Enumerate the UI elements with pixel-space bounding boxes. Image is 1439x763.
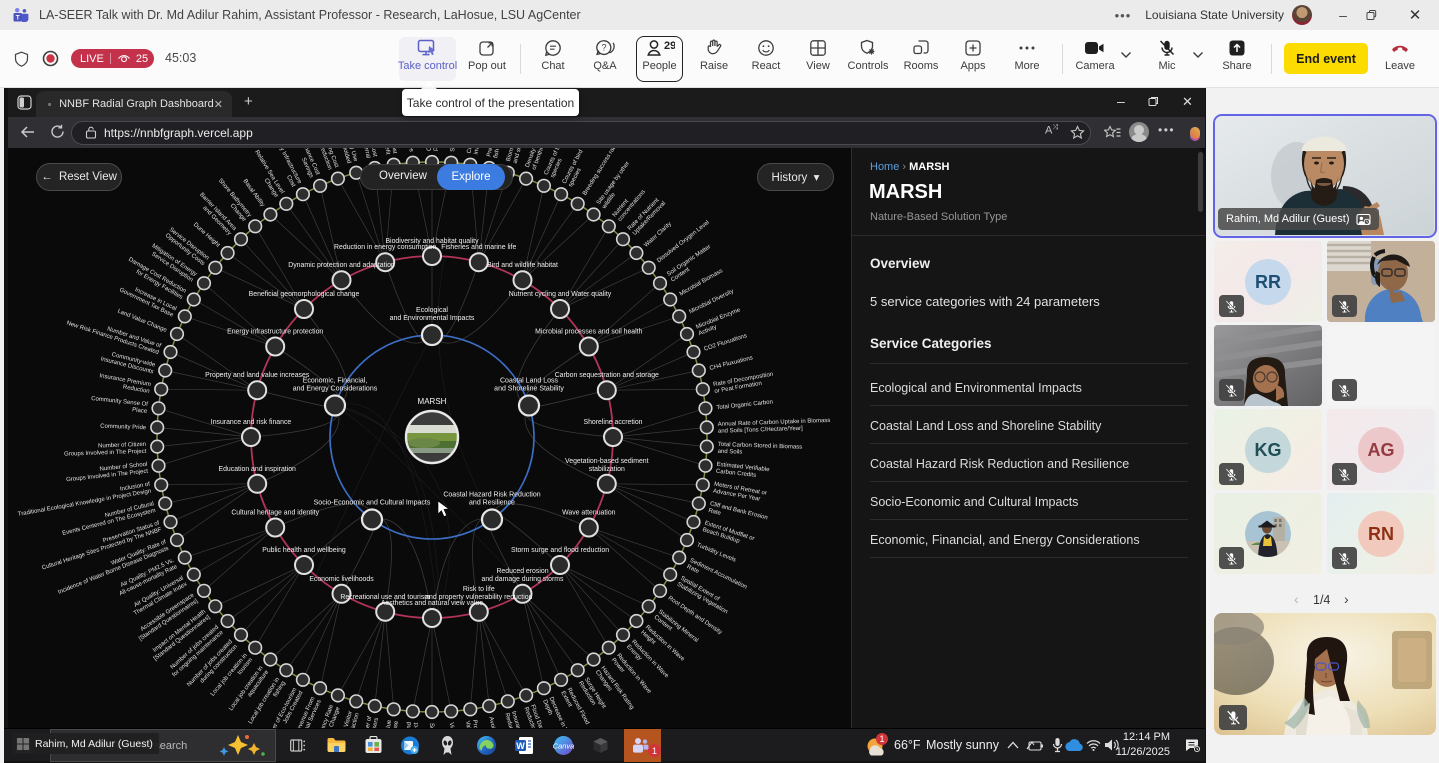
svg-text:Coastal Land Loss: Coastal Land Loss — [500, 378, 558, 385]
svg-text:Carbon sequestration and stora: Carbon sequestration and storage — [555, 372, 659, 379]
svg-text:Coastal Hazard Risk Reduction: Coastal Hazard Risk Reduction — [443, 492, 540, 499]
svg-text:Aesthetics and natural view va: Aesthetics and natural view value — [381, 600, 483, 607]
svg-text:Avoided Losses: Avoided Losses — [487, 716, 502, 728]
svg-text:Economic, Financial,: Economic, Financial, — [303, 378, 368, 385]
svg-text:Shoreline accretion: Shoreline accretion — [584, 419, 643, 426]
svg-text:Reduced erosion: Reduced erosion — [496, 568, 548, 575]
svg-text:and damage during storms: and damage during storms — [482, 576, 565, 583]
svg-text:CO2 Fluxuations: CO2 Fluxuations — [703, 333, 747, 353]
svg-text:Wave attenuation: Wave attenuation — [562, 510, 616, 517]
svg-text:Reduction in WaveHeight: Reduction in WaveHeight — [639, 625, 685, 669]
svg-text:Avoided Damages: Avoided Damages — [404, 148, 413, 152]
svg-text:Microbial processes and soil h: Microbial processes and soil health — [535, 329, 642, 336]
svg-text:stabilization: stabilization — [589, 466, 625, 473]
svg-text:Public health and wellbeing: Public health and wellbeing — [262, 547, 346, 554]
svg-text:Education and inspiration: Education and inspiration — [219, 466, 297, 473]
svg-text:Water Clarity: Water Clarity — [643, 221, 673, 249]
svg-text:Property ProtectionValue: Property ProtectionValue — [464, 719, 484, 728]
svg-text:Socio-Economic and Cultural Im: Socio-Economic and Cultural Impacts — [314, 500, 431, 507]
svg-text:Property ValueIncrease: Property ValueIncrease — [382, 719, 400, 728]
svg-text:Risk to life: Risk to life — [463, 586, 495, 593]
svg-text:Property and land value increa: Property and land value increases — [205, 372, 310, 379]
svg-text:Survey of VisitorSatisfaction: Survey of VisitorSatisfaction — [336, 710, 361, 728]
svg-text:Total Carbon Stored in Biomass: Total Carbon Stored in Biomassand Soils — [718, 442, 803, 458]
svg-text:Ecological: Ecological — [416, 307, 448, 314]
svg-text:Counts of birdspecies: Counts of birdspecies — [562, 149, 591, 188]
svg-text:Estimated VerifiableCarbon Cre: Estimated VerifiableCarbon Credits — [716, 462, 771, 481]
svg-text:29: 29 — [664, 40, 675, 52]
svg-text:Insurance and risk finance: Insurance and risk finance — [211, 419, 292, 426]
svg-text:Meters of Retreat orAdvance Pe: Meters of Retreat orAdvance Per Year — [712, 482, 767, 504]
svg-text:Energy UseAvoided: Energy UseAvoided — [337, 148, 358, 165]
svg-text:Microbial EnzymeActivity: Microbial EnzymeActivity — [695, 307, 744, 337]
svg-text:Beneficial geomorphological ch: Beneficial geomorphological change — [249, 291, 360, 298]
svg-text:Bird and wildlife habitat: Bird and wildlife habitat — [487, 262, 558, 269]
svg-text:Community Pride: Community Pride — [100, 424, 147, 432]
svg-text:Cultural heritage and identity: Cultural heritage and identity — [231, 510, 319, 517]
svg-text:and Resilience: and Resilience — [469, 500, 515, 507]
svg-text:Species diversity: Species diversity — [450, 148, 459, 152]
svg-text:Lifecycle CostBenefit: Lifecycle CostBenefit — [379, 148, 397, 155]
svg-text:Community Sense OfPlace: Community Sense OfPlace — [90, 396, 149, 415]
svg-text:Capital CostDeferral: Capital CostDeferral — [358, 148, 378, 159]
svg-text:Rate of Decompositionor Peat F: Rate of Decompositionor Peat Formation — [713, 372, 775, 395]
svg-text:Dune Height: Dune Height — [192, 222, 221, 249]
svg-text:Reduction in energy consumptio: Reduction in energy consumption — [334, 244, 436, 251]
svg-text:Recreational use and tourism: Recreational use and tourism — [340, 594, 430, 601]
svg-text:Total Organic Carbon: Total Organic Carbon — [716, 399, 773, 411]
svg-text:Counts of fish andinvertebrate: Counts of fish andinvertebrate species — [467, 148, 487, 155]
svg-text:Annual Rate of Carbon Uptake i: Annual Rate of Carbon Uptake in Biomassa… — [718, 418, 831, 435]
svg-text:Canva: Canva — [553, 742, 574, 751]
svg-text:and Energy Considerations: and Energy Considerations — [293, 386, 378, 393]
svg-text:Energy infrastructure protecti: Energy infrastructure protection — [227, 329, 323, 336]
svg-text:Basal Ability: Basal Ability — [241, 178, 265, 208]
svg-text:Storm surge and flood reductio: Storm surge and flood reduction — [511, 547, 609, 554]
svg-text:Extent of Mudflat orBeach Buil: Extent of Mudflat orBeach Buildup — [702, 520, 756, 548]
svg-text:Economic livelihoods: Economic livelihoods — [309, 576, 374, 583]
svg-text:Reduction in WavePower: Reduction in WavePower — [610, 653, 653, 700]
svg-text:CH4 Fluxuations: CH4 Fluxuations — [709, 355, 753, 372]
svg-text:Number of CitizenGroups Involv: Number of CitizenGroups Involved in The … — [64, 442, 147, 458]
svg-text:and Shoreline Stability: and Shoreline Stability — [494, 386, 564, 393]
svg-text:Nutrient cycling and Water qua: Nutrient cycling and Water quality — [509, 291, 612, 298]
svg-text:Dynamic protection and adaptat: Dynamic protection and adaptation — [288, 262, 395, 269]
svg-text:?: ? — [601, 43, 606, 53]
svg-text:Vegetation-based sediment: Vegetation-based sediment — [565, 458, 649, 465]
svg-text:Fisheries and marine life: Fisheries and marine life — [441, 244, 516, 251]
svg-text:Community-wideInsurance Discou: Community-wideInsurance Discounts — [100, 350, 157, 376]
svg-text:Hazard Risk RatingChanges: Hazard Risk RatingChanges — [594, 665, 635, 714]
svg-text:Number of SchoolGroups Involve: Number of SchoolGroups Involved in The P… — [65, 462, 149, 484]
svg-text:W: W — [516, 741, 525, 751]
svg-text:Preservation Status ofCultural: Preservation Status ofCultural Heritage … — [39, 520, 162, 571]
svg-text:T: T — [16, 14, 20, 21]
svg-text:Overall NNBFPerformance: Overall NNBFPerformance — [427, 148, 440, 151]
svg-text:Breeding success rate: Breeding success rate — [582, 148, 619, 197]
svg-text:Number ofRecreational Users: Number ofRecreational Users — [357, 715, 380, 728]
svg-text:and Environmental Impacts: and Environmental Impacts — [390, 315, 475, 322]
svg-text:Insurance PremiumReduction: Insurance PremiumReduction — [98, 373, 151, 395]
svg-text:Turbidity Levels: Turbidity Levels — [696, 542, 737, 563]
svg-text:MARSH: MARSH — [418, 397, 447, 406]
